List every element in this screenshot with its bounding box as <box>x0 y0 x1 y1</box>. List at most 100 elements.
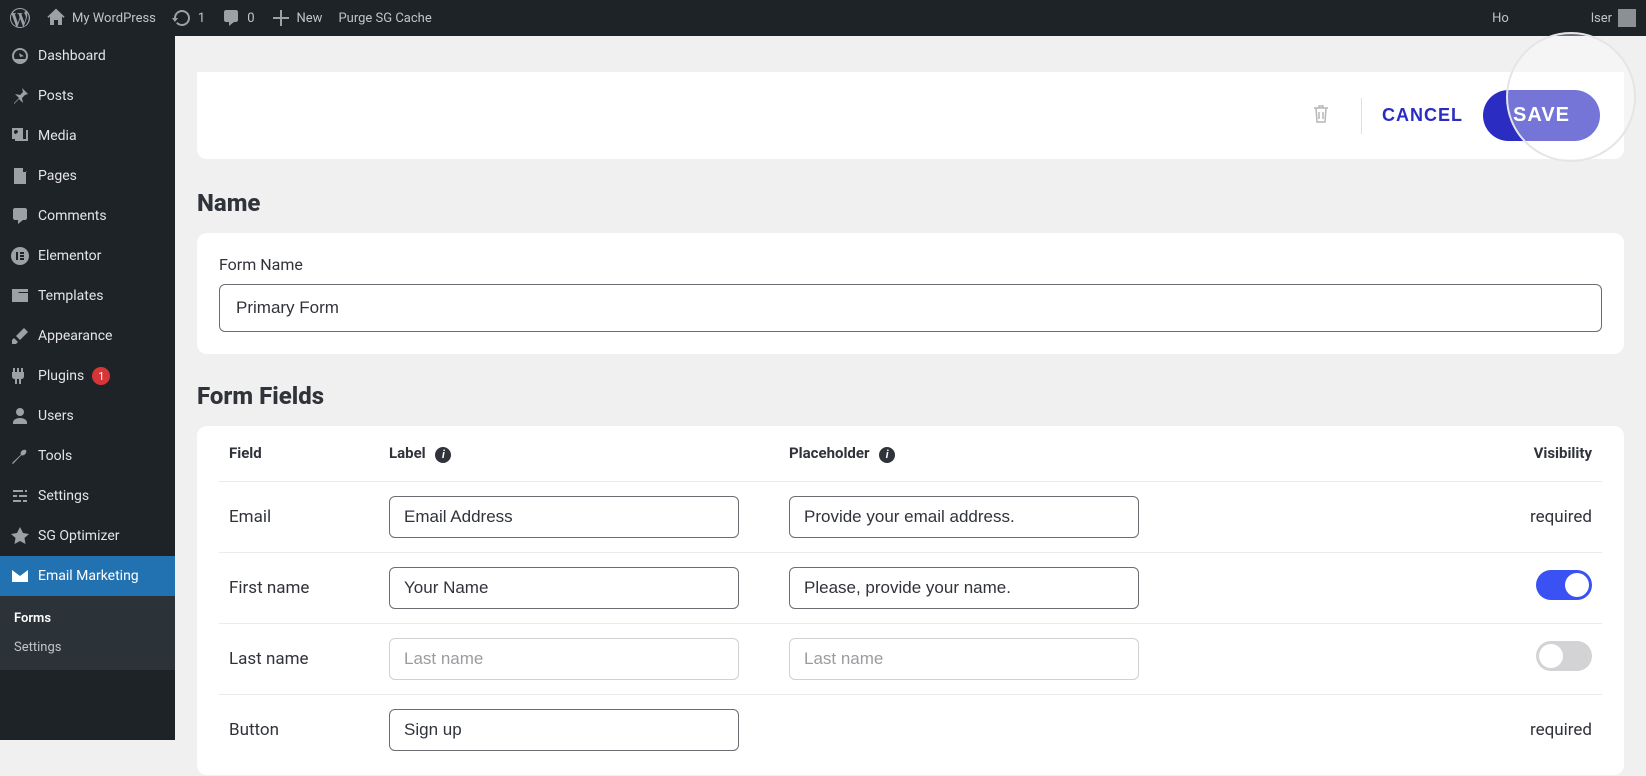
howdy-user-link[interactable]: Ho lser <box>1492 9 1636 27</box>
visibility-toggle[interactable] <box>1536 641 1592 671</box>
sidebar-item-label: Media <box>38 128 77 144</box>
wrench-icon <box>10 446 30 466</box>
sidebar-item-dashboard[interactable]: Dashboard <box>0 36 175 76</box>
info-icon[interactable]: i <box>879 447 895 463</box>
update-icon <box>172 8 192 28</box>
new-content-link[interactable]: New <box>271 8 323 28</box>
sidebar-item-posts[interactable]: Posts <box>0 76 175 116</box>
admin-sidebar: Dashboard Posts Media Pages Comments Ele… <box>0 36 175 740</box>
rocket-icon <box>10 526 30 546</box>
table-row: Email required <box>219 481 1602 552</box>
updates-link[interactable]: 1 <box>172 8 205 28</box>
placeholder-input[interactable] <box>789 638 1139 680</box>
plugin-icon <box>10 366 30 386</box>
info-icon[interactable]: i <box>435 447 451 463</box>
form-name-label: Form Name <box>219 255 1602 274</box>
user-icon <box>10 406 30 426</box>
wp-logo[interactable] <box>10 8 30 28</box>
divider <box>1361 98 1362 134</box>
cancel-button[interactable]: CANCEL <box>1382 105 1463 126</box>
comments-count: 0 <box>247 11 254 26</box>
label-input[interactable] <box>389 709 739 751</box>
visibility-required: required <box>1530 507 1592 527</box>
name-card: Form Name <box>197 233 1624 354</box>
sidebar-item-label: Comments <box>38 208 107 224</box>
howdy-right: lser <box>1591 11 1612 26</box>
sidebar-item-label: Settings <box>38 488 89 504</box>
site-name-link[interactable]: My WordPress <box>46 8 156 28</box>
sidebar-item-label: Plugins <box>38 368 84 384</box>
user-avatar-icon <box>1618 9 1636 27</box>
label-input[interactable] <box>389 638 739 680</box>
delete-button[interactable] <box>1311 103 1331 128</box>
visibility-required: required <box>1530 720 1592 740</box>
sidebar-item-tools[interactable]: Tools <box>0 436 175 476</box>
sidebar-item-label: Users <box>38 408 74 424</box>
sidebar-item-label: Templates <box>38 288 104 304</box>
new-label: New <box>297 11 323 26</box>
th-label: Label i <box>379 432 779 481</box>
sidebar-item-settings[interactable]: Settings <box>0 476 175 516</box>
dashboard-icon <box>10 46 30 66</box>
table-row: Last name <box>219 623 1602 694</box>
admin-bar: My WordPress 1 0 New Purge SG Cache Ho <box>0 0 1646 36</box>
sidebar-subitem-settings[interactable]: Settings <box>0 633 175 662</box>
brush-icon <box>10 326 30 346</box>
trash-icon <box>1311 103 1331 128</box>
th-field: Field <box>219 432 379 481</box>
sidebar-subitem-forms[interactable]: Forms <box>0 604 175 633</box>
wordpress-icon <box>10 8 30 28</box>
sidebar-item-elementor[interactable]: Elementor <box>0 236 175 276</box>
sidebar-item-plugins[interactable]: Plugins 1 <box>0 356 175 396</box>
fields-card: Field Label i Placeholder i Visibility E… <box>197 426 1624 775</box>
visibility-toggle[interactable] <box>1536 570 1592 600</box>
th-visibility: Visibility <box>1462 432 1602 481</box>
table-row: Button required <box>219 694 1602 765</box>
sidebar-item-label: Elementor <box>38 248 101 264</box>
updates-count: 1 <box>198 11 205 26</box>
section-title-name: Name <box>197 189 1624 217</box>
table-row: First name <box>219 552 1602 623</box>
sidebar-item-label: Appearance <box>38 328 112 344</box>
email-icon <box>10 566 30 586</box>
field-name: Email <box>219 481 379 552</box>
sidebar-item-pages[interactable]: Pages <box>0 156 175 196</box>
comments-link[interactable]: 0 <box>221 8 254 28</box>
fields-table: Field Label i Placeholder i Visibility E… <box>219 432 1602 765</box>
label-input[interactable] <box>389 496 739 538</box>
home-icon <box>46 8 66 28</box>
field-name: First name <box>219 552 379 623</box>
sidebar-item-users[interactable]: Users <box>0 396 175 436</box>
sidebar-item-templates[interactable]: Templates <box>0 276 175 316</box>
sidebar-item-media[interactable]: Media <box>0 116 175 156</box>
sidebar-item-appearance[interactable]: Appearance <box>0 316 175 356</box>
sidebar-submenu: Forms Settings <box>0 596 175 670</box>
save-button[interactable]: SAVE <box>1483 90 1600 141</box>
form-name-input[interactable] <box>219 284 1602 332</box>
sidebar-item-sgoptimizer[interactable]: SG Optimizer <box>0 516 175 556</box>
sidebar-item-label: Dashboard <box>38 48 106 64</box>
comment-icon <box>10 206 30 226</box>
sidebar-item-comments[interactable]: Comments <box>0 196 175 236</box>
folder-icon <box>10 286 30 306</box>
howdy-left: Ho <box>1492 11 1509 26</box>
section-title-fields: Form Fields <box>197 382 1624 410</box>
placeholder-input[interactable] <box>789 496 1139 538</box>
page-icon <box>10 166 30 186</box>
purge-cache-label: Purge SG Cache <box>338 11 431 26</box>
sidebar-item-emailmarketing[interactable]: Email Marketing <box>0 556 175 596</box>
sidebar-item-label: Pages <box>38 168 77 184</box>
pin-icon <box>10 86 30 106</box>
elementor-icon <box>10 246 30 266</box>
field-name: Button <box>219 694 379 765</box>
sidebar-item-label: SG Optimizer <box>38 528 119 544</box>
site-name-text: My WordPress <box>72 11 156 26</box>
purge-cache-link[interactable]: Purge SG Cache <box>338 11 431 26</box>
sidebar-item-label: Tools <box>38 448 72 464</box>
comments-icon <box>221 8 241 28</box>
form-action-bar: CANCEL SAVE <box>197 72 1624 159</box>
plus-icon <box>271 8 291 28</box>
placeholder-input[interactable] <box>789 567 1139 609</box>
sliders-icon <box>10 486 30 506</box>
label-input[interactable] <box>389 567 739 609</box>
